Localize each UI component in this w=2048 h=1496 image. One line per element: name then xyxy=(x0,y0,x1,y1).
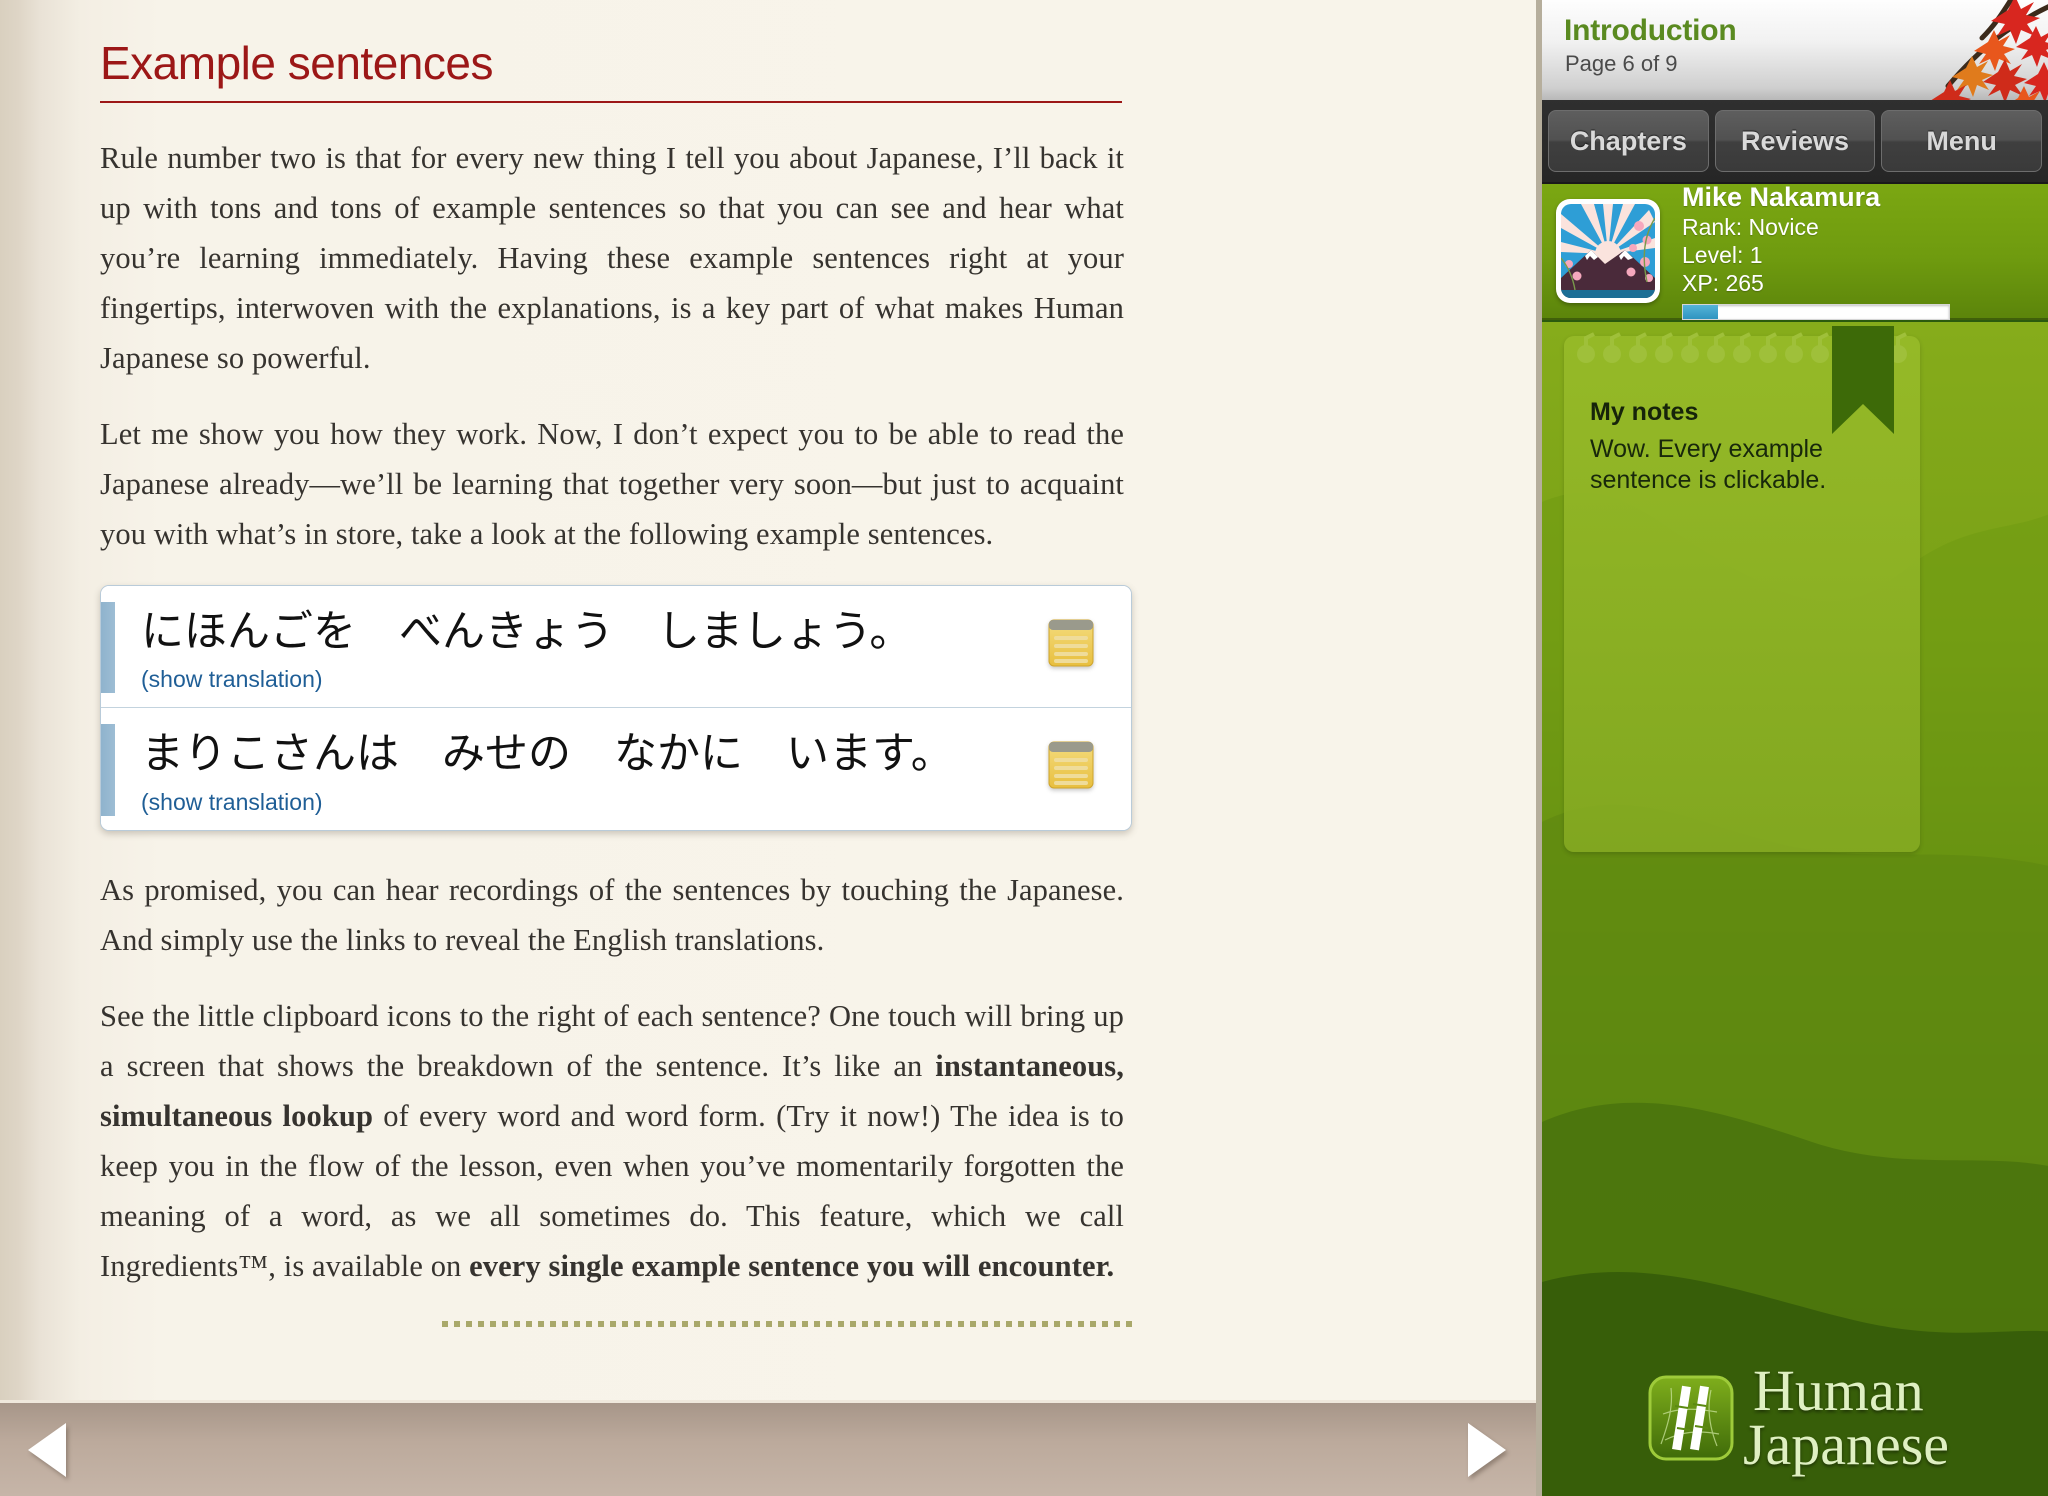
example-sentence-row[interactable]: まりこさんは みせの なかに います。 (show translation) xyxy=(101,707,1131,830)
row-accent-bar xyxy=(101,724,115,816)
clipboard-icon[interactable] xyxy=(1047,740,1095,790)
sidebar-scenery: My notes Wow. Every example sentence is … xyxy=(1542,322,2048,1496)
user-level: Level: 1 xyxy=(1682,242,1763,268)
page-navigation-bar xyxy=(0,1400,1536,1496)
ingredients-button[interactable] xyxy=(1011,602,1131,668)
app-root: Example sentences Rule number two is tha… xyxy=(0,0,2048,1496)
title-divider xyxy=(100,100,1122,103)
clipboard-icon[interactable] xyxy=(1047,618,1095,668)
chapter-title: Introduction xyxy=(1564,14,1737,47)
sidebar-header: Introduction Page 6 of 9 xyxy=(1542,0,2048,100)
book-page: Example sentences Rule number two is tha… xyxy=(0,0,1536,1496)
paragraph-4: See the little clipboard icons to the ri… xyxy=(100,998,1124,1283)
logo-wordmark: Human Japanese xyxy=(1743,1358,1949,1474)
notes-card[interactable]: My notes Wow. Every example sentence is … xyxy=(1564,326,1920,852)
user-xp: XP: 265 xyxy=(1682,270,1764,297)
tab-menu[interactable]: Menu xyxy=(1881,110,2043,172)
tab-chapters[interactable]: Chapters xyxy=(1548,110,1709,172)
page-title: Example sentences xyxy=(100,37,493,89)
row-accent-bar xyxy=(101,601,115,694)
ingredients-button[interactable] xyxy=(1011,724,1131,790)
japanese-sentence[interactable]: まりこさんは みせの なかに います。 xyxy=(141,728,1011,780)
app-logo: Human Japanese xyxy=(1542,1358,2048,1474)
maple-branch-icon xyxy=(1931,0,2048,100)
user-profile[interactable]: Mike Nakamura Rank: Novice Level: 1 XP: … xyxy=(1542,181,2048,321)
profile-details: Mike Nakamura Rank: Novice Level: 1 XP: … xyxy=(1682,181,2048,321)
tab-reviews[interactable]: Reviews xyxy=(1714,110,1876,172)
paragraph-2: Let me show you how they work. Now, I do… xyxy=(100,416,1124,551)
notes-body[interactable]: Wow. Every example sentence is clickable… xyxy=(1590,434,1886,495)
show-translation-link[interactable]: (show translation) xyxy=(141,666,323,693)
notes-title: My notes xyxy=(1590,398,1699,426)
bookmark-ribbon-icon xyxy=(1832,326,1894,434)
japanese-sentence[interactable]: にほんごを べんきょう しましょう。 xyxy=(141,606,1011,658)
sidebar-tab-bar: Chapters Reviews Menu xyxy=(1542,100,2048,184)
user-name: Mike Nakamura xyxy=(1682,181,1881,212)
avatar[interactable] xyxy=(1556,199,1660,303)
page-surface: Example sentences Rule number two is tha… xyxy=(0,0,1536,1400)
xp-progress-fill xyxy=(1683,305,1718,320)
example-sentence-row[interactable]: にほんごを べんきょう しましょう。 (show translation) xyxy=(101,585,1131,708)
logo-line-2: Japanese xyxy=(1742,1412,1950,1478)
user-rank: Rank: Novice xyxy=(1682,213,1819,240)
show-translation-link[interactable]: (show translation) xyxy=(141,789,323,816)
page-indicator: Page 6 of 9 xyxy=(1565,51,1678,76)
triangle-left-icon[interactable] xyxy=(28,1422,66,1477)
sidebar: Introduction Page 6 of 9 Chapters Review… xyxy=(1536,0,2048,1496)
logo-line-1: Human xyxy=(1752,1358,1924,1424)
mount-fuji-sunrise-avatar xyxy=(1561,204,1655,298)
bamboo-logo-icon xyxy=(1648,1375,1734,1461)
example-sentence-list: にほんごを べんきょう しましょう。 (show translation) まり… xyxy=(100,584,1132,831)
section-dotted-divider xyxy=(442,1320,1132,1327)
paragraph-1: Rule number two is that for every new th… xyxy=(100,140,1124,375)
xp-progress-bar xyxy=(1682,304,1950,321)
triangle-right-icon[interactable] xyxy=(1468,1422,1506,1477)
paragraph-3: As promised, you can hear recordings of … xyxy=(100,872,1124,957)
